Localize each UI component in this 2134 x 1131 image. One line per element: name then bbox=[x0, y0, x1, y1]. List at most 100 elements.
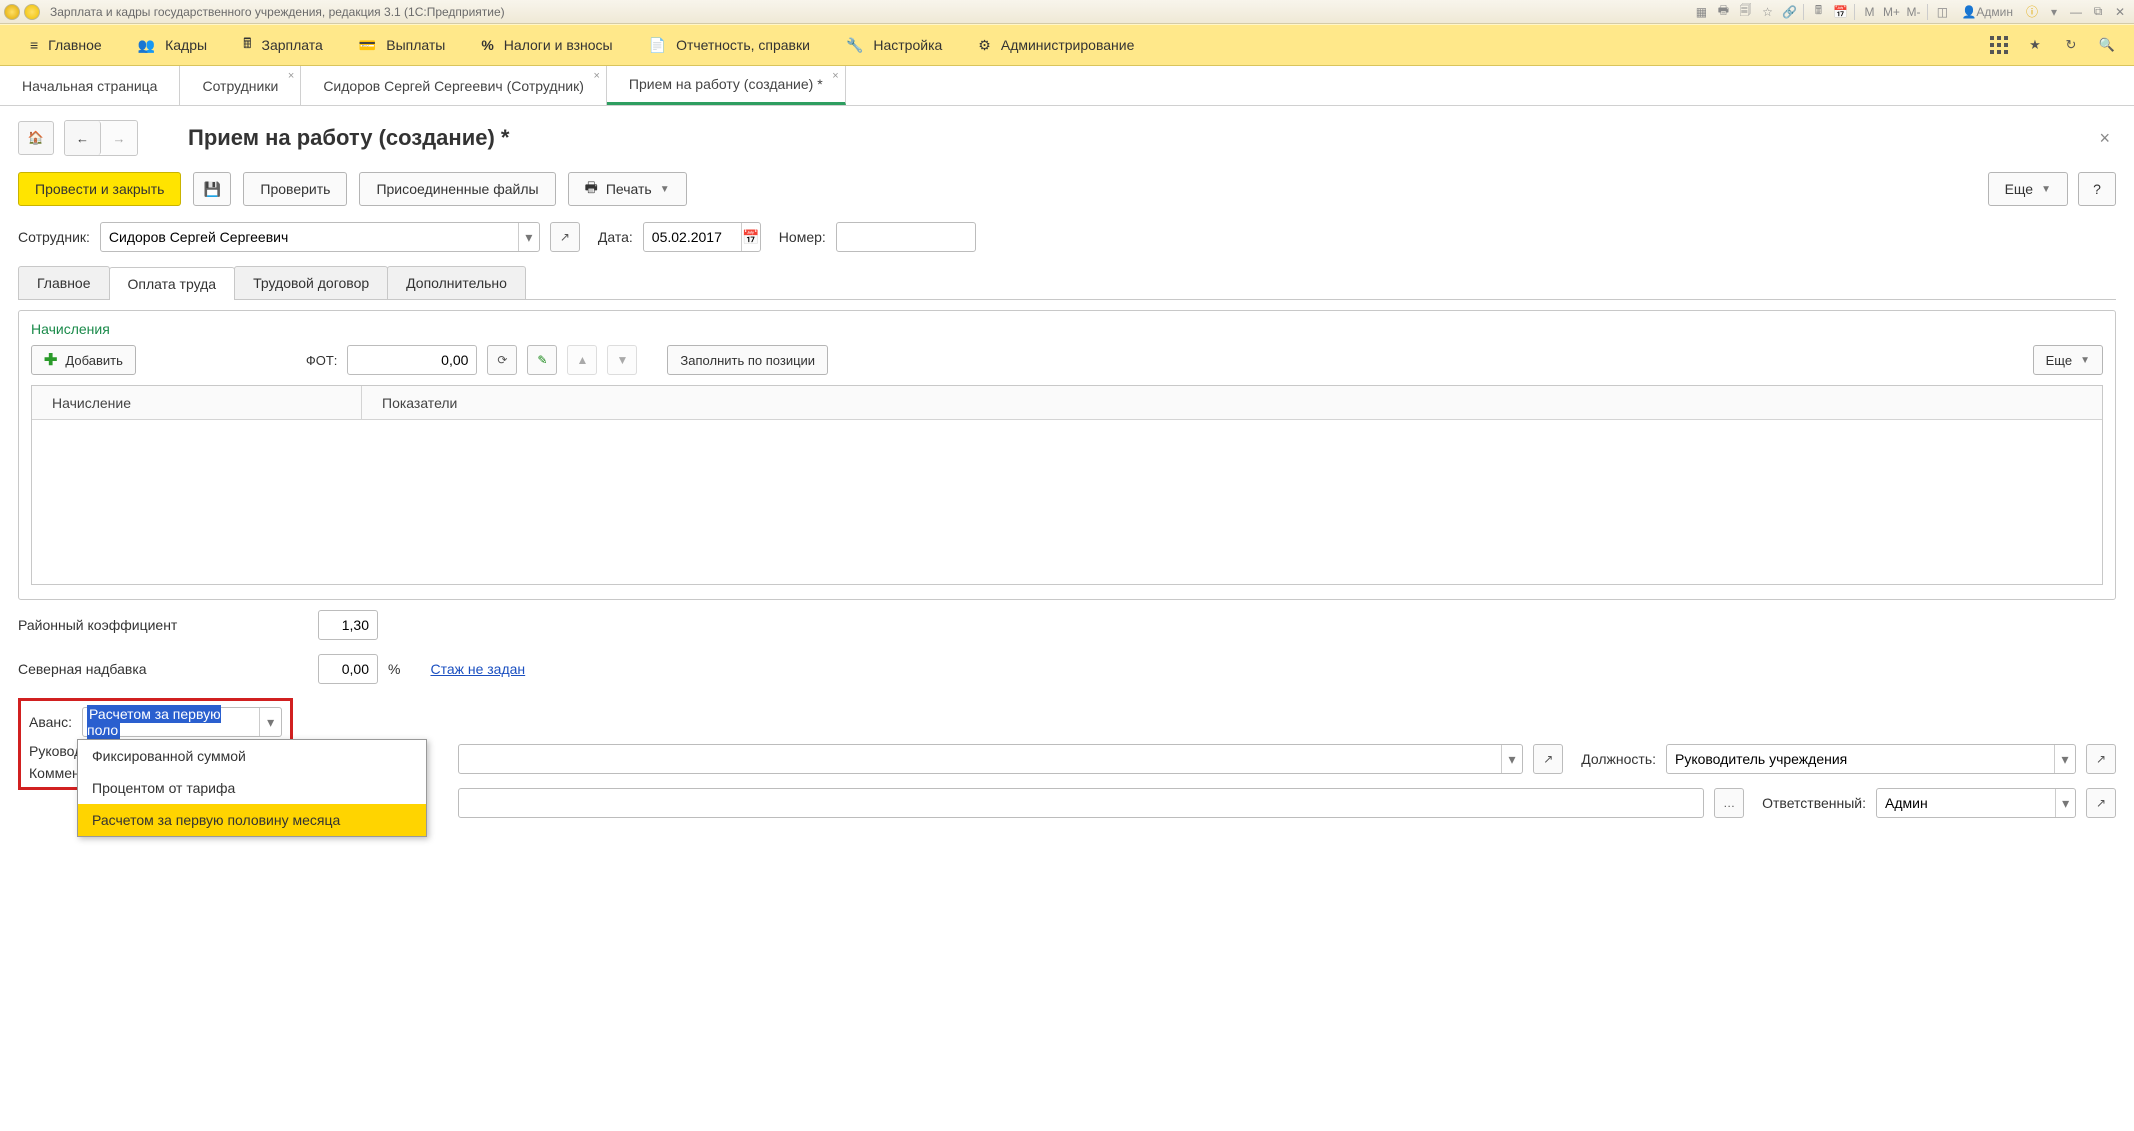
menu-kadr[interactable]: 👥Кадры bbox=[120, 25, 225, 65]
dropdown-icon[interactable]: ▾ bbox=[259, 708, 281, 736]
avans-option-percent[interactable]: Процентом от тарифа bbox=[78, 772, 426, 804]
page-title: Прием на работу (создание) * bbox=[188, 125, 509, 151]
apps-icon[interactable] bbox=[1984, 30, 2014, 60]
resp-field[interactable]: ▾ bbox=[1876, 788, 2076, 818]
dropdown-icon[interactable]: ▾ bbox=[2054, 745, 2075, 773]
tab-extra[interactable]: Дополнительно bbox=[387, 266, 526, 299]
star-icon[interactable]: ★ bbox=[2020, 30, 2050, 60]
tab-employee-card[interactable]: Сидоров Сергей Сергеевич (Сотрудник)× bbox=[301, 66, 607, 105]
move-down-button[interactable]: ▼ bbox=[607, 345, 637, 375]
tool-icon[interactable]: 🔗 bbox=[1779, 3, 1799, 21]
close-icon[interactable]: ✕ bbox=[2110, 3, 2130, 21]
menu-hamburger[interactable]: ≡Главное bbox=[12, 25, 120, 65]
add-button[interactable]: ✚Добавить bbox=[31, 345, 136, 375]
number-input[interactable] bbox=[837, 223, 975, 251]
menu-salary[interactable]: 🖩Зарплата bbox=[225, 25, 341, 65]
menu-admin[interactable]: ⚙Администрирование bbox=[960, 25, 1152, 65]
menu-settings[interactable]: 🔧Настройка bbox=[828, 25, 960, 65]
tab-close-icon[interactable]: × bbox=[288, 70, 294, 82]
post-and-close-button[interactable]: Провести и закрыть bbox=[18, 172, 181, 206]
head-input[interactable] bbox=[459, 745, 1501, 773]
home-button[interactable]: 🏠 bbox=[18, 121, 54, 155]
region-coef-input[interactable] bbox=[319, 611, 377, 639]
titlebar: Зарплата и кадры государственного учрежд… bbox=[0, 0, 2134, 24]
open-ref-button[interactable]: ↗ bbox=[2086, 788, 2116, 818]
north-input[interactable] bbox=[319, 655, 377, 683]
m-icon[interactable]: M bbox=[1859, 3, 1879, 21]
avans-field[interactable]: Расчетом за первую поло ▾ bbox=[82, 707, 282, 737]
tab-pay[interactable]: Оплата труда bbox=[109, 267, 236, 300]
fot-label: ФОТ: bbox=[306, 353, 338, 368]
tab-close-icon[interactable]: × bbox=[593, 70, 599, 82]
save-button[interactable]: 💾 bbox=[193, 172, 231, 206]
tool-icon[interactable]: ▦ bbox=[1691, 3, 1711, 21]
number-field[interactable] bbox=[836, 222, 976, 252]
edit-button[interactable]: ✎ bbox=[527, 345, 557, 375]
avans-option-calc[interactable]: Расчетом за первую половину месяца bbox=[78, 804, 426, 836]
date-label: Дата: bbox=[598, 229, 633, 245]
region-coef-field[interactable] bbox=[318, 610, 378, 640]
tool-icon[interactable]: ☆ bbox=[1757, 3, 1777, 21]
head-field[interactable]: ▾ bbox=[458, 744, 1523, 774]
print-button[interactable]: 🖶 Печать ▼ bbox=[568, 172, 687, 206]
search-icon[interactable]: 🔍 bbox=[2092, 30, 2122, 60]
north-field[interactable] bbox=[318, 654, 378, 684]
calendar-icon[interactable]: 📅 bbox=[741, 223, 759, 251]
menu-taxes[interactable]: %Налоги и взносы bbox=[463, 25, 630, 65]
dropdown-icon[interactable]: ▾ bbox=[518, 223, 539, 251]
stage-link[interactable]: Стаж не задан bbox=[430, 661, 525, 677]
forward-button[interactable]: → bbox=[101, 121, 137, 155]
comment-field[interactable] bbox=[458, 788, 1704, 818]
dropdown-icon[interactable]: ▾ bbox=[2044, 3, 2064, 21]
help-button[interactable]: ? bbox=[2078, 172, 2116, 206]
tab-contract[interactable]: Трудовой договор bbox=[234, 266, 388, 299]
check-button[interactable]: Проверить bbox=[243, 172, 347, 206]
tab-employees[interactable]: Сотрудники× bbox=[180, 66, 301, 105]
dropdown-icon[interactable]: ▾ bbox=[1501, 745, 1523, 773]
calendar-icon[interactable]: 📅 bbox=[1830, 3, 1850, 21]
avans-option-fixed[interactable]: Фиксированной суммой bbox=[78, 740, 426, 772]
history-icon[interactable]: ↻ bbox=[2056, 30, 2086, 60]
app-nav-icon[interactable] bbox=[24, 4, 40, 20]
minimize-icon[interactable]: — bbox=[2066, 3, 2086, 21]
accruals-table[interactable]: Начисление Показатели bbox=[31, 385, 2103, 585]
date-field[interactable]: 📅 bbox=[643, 222, 761, 252]
maximize-icon[interactable]: ⧉ bbox=[2088, 3, 2108, 21]
employee-field[interactable]: ▾ bbox=[100, 222, 540, 252]
open-ref-button[interactable]: ↗ bbox=[1533, 744, 1563, 774]
open-ref-button[interactable]: ↗ bbox=[2086, 744, 2116, 774]
menu-payments[interactable]: 💳Выплаты bbox=[341, 25, 464, 65]
calc-icon[interactable]: 🖩 bbox=[1808, 3, 1828, 21]
back-button[interactable]: ← bbox=[65, 121, 101, 155]
fot-input[interactable] bbox=[348, 346, 476, 374]
tool-icon[interactable]: 🖶 bbox=[1713, 3, 1733, 21]
panel-icon[interactable]: ◫ bbox=[1932, 3, 1952, 21]
resp-input[interactable] bbox=[1877, 789, 2055, 817]
move-up-button[interactable]: ▲ bbox=[567, 345, 597, 375]
menu-reports[interactable]: 📄Отчетность, справки bbox=[631, 25, 828, 65]
m-minus-icon[interactable]: M- bbox=[1903, 3, 1923, 21]
comment-more-button[interactable]: … bbox=[1714, 788, 1744, 818]
date-input[interactable] bbox=[644, 223, 742, 251]
comment-input[interactable] bbox=[459, 789, 1703, 817]
more-button[interactable]: Еще ▼ bbox=[1988, 172, 2068, 206]
open-ref-button[interactable]: ↗ bbox=[550, 222, 580, 252]
attached-files-button[interactable]: Присоединенные файлы bbox=[359, 172, 555, 206]
tool-icon[interactable]: 🗐 bbox=[1735, 3, 1755, 21]
employee-input[interactable] bbox=[101, 223, 518, 251]
tab-start[interactable]: Начальная страница bbox=[0, 66, 180, 105]
dropdown-icon[interactable]: ▾ bbox=[2055, 789, 2075, 817]
page-close-icon[interactable]: × bbox=[2093, 128, 2116, 149]
more2-button[interactable]: Еще ▼ bbox=[2033, 345, 2103, 375]
tab-main[interactable]: Главное bbox=[18, 266, 110, 299]
fot-field[interactable] bbox=[347, 345, 477, 375]
user-chip[interactable]: 👤 Админ bbox=[1954, 3, 2020, 21]
fill-by-position-button[interactable]: Заполнить по позиции bbox=[667, 345, 828, 375]
tab-close-icon[interactable]: × bbox=[832, 70, 838, 82]
info-icon[interactable]: ⓘ bbox=[2022, 3, 2042, 21]
position-input[interactable] bbox=[1667, 745, 2054, 773]
m-plus-icon[interactable]: M+ bbox=[1881, 3, 1901, 21]
refresh-button[interactable]: ⟳ bbox=[487, 345, 517, 375]
position-field[interactable]: ▾ bbox=[1666, 744, 2076, 774]
tab-hiring[interactable]: Прием на работу (создание) *× bbox=[607, 66, 846, 105]
